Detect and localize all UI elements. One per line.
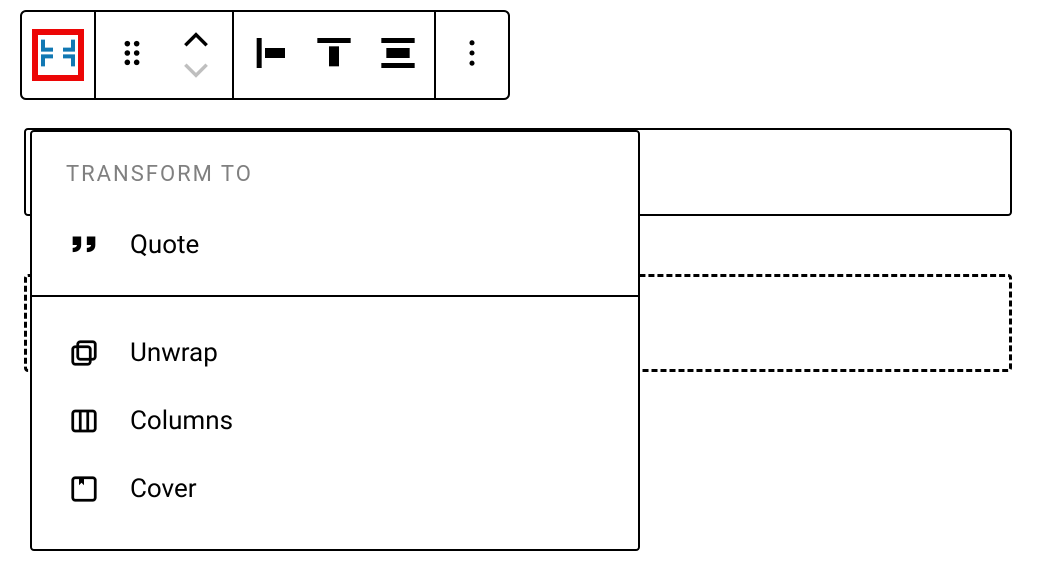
transform-option-label: Quote — [130, 230, 199, 260]
transform-popover: TRANSFORM TO Quote Unwrap Columns — [30, 130, 640, 551]
toolbar-group-more — [436, 12, 508, 98]
justify-left-icon — [250, 33, 290, 77]
align-stretch-icon — [378, 33, 418, 77]
block-toolbar — [20, 10, 510, 100]
transform-popover-header: TRANSFORM TO — [32, 132, 638, 211]
valign-top-button[interactable] — [308, 29, 360, 81]
row-block-icon — [38, 33, 78, 77]
transform-popover-primary-group: Quote — [32, 211, 638, 297]
valign-stretch-button[interactable] — [372, 29, 424, 81]
editor-canvas: TRANSFORM TO Quote Unwrap Columns — [20, 128, 1022, 388]
drag-handle-icon — [120, 39, 144, 71]
drag-handle-button[interactable] — [106, 29, 158, 81]
more-vertical-icon — [467, 39, 477, 71]
transform-option-unwrap[interactable]: Unwrap — [32, 319, 638, 387]
cover-icon — [66, 471, 102, 507]
toolbar-group-block — [22, 12, 96, 98]
toolbar-group-move — [96, 12, 234, 98]
transform-option-label: Cover — [130, 474, 197, 504]
align-top-icon — [314, 33, 354, 77]
transform-option-label: Columns — [130, 406, 233, 436]
unwrap-icon — [66, 335, 102, 371]
transform-popover-secondary-group: Unwrap Columns Cover — [32, 297, 638, 549]
justify-left-button[interactable] — [244, 29, 296, 81]
transform-option-cover[interactable]: Cover — [32, 455, 638, 523]
more-options-button[interactable] — [446, 29, 498, 81]
transform-option-label: Unwrap — [130, 338, 218, 368]
toolbar-group-align — [234, 12, 436, 98]
transform-option-quote[interactable]: Quote — [32, 211, 638, 279]
chevron-up-icon — [182, 27, 210, 53]
move-up-button[interactable] — [170, 25, 222, 55]
move-down-button[interactable] — [170, 55, 222, 85]
chevron-down-icon — [182, 57, 210, 83]
block-switcher-button[interactable] — [32, 29, 84, 81]
quote-icon — [66, 227, 102, 263]
columns-icon — [66, 403, 102, 439]
transform-option-columns[interactable]: Columns — [32, 387, 638, 455]
